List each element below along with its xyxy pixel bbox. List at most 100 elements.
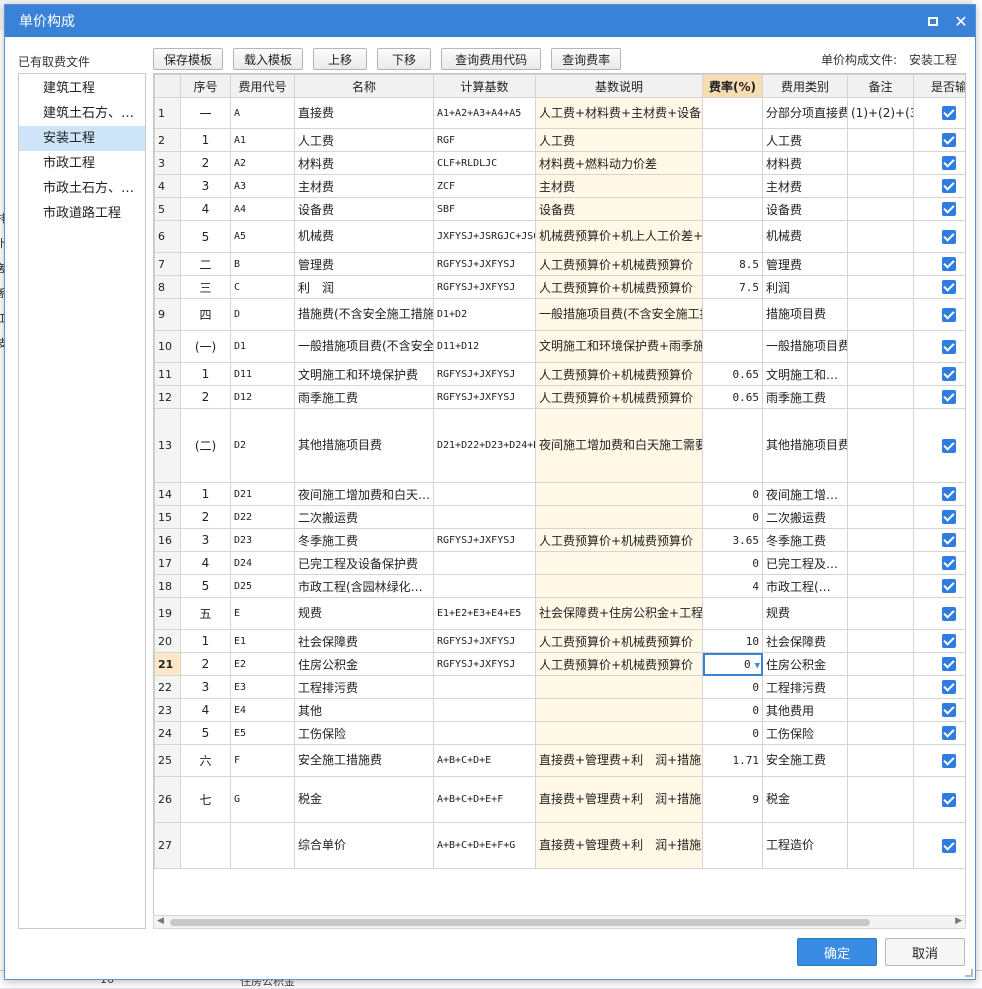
base-desc-cell[interactable]: 人工费 (535, 128, 703, 152)
fee-name-cell[interactable]: 住房公积金 (294, 652, 434, 676)
fee-rate-cell[interactable]: 4 (702, 574, 763, 598)
seq-cell[interactable]: 1 (180, 482, 231, 506)
fee-name-cell[interactable]: 机械费 (294, 220, 434, 253)
fee-rate-cell[interactable]: 0 (702, 698, 763, 722)
calc-base-cell[interactable]: RGF (433, 128, 536, 152)
col-header-row-number[interactable] (154, 74, 181, 98)
note-cell[interactable] (847, 362, 914, 386)
base-desc-cell[interactable]: 社会保障费+住房公积金+工程排污费+其他+工伤保险 (535, 597, 703, 630)
fee-category-cell[interactable]: 管理费 (762, 252, 848, 276)
base-desc-cell[interactable]: 人工费预算价+机械费预算价 (535, 652, 703, 676)
fee-category-cell[interactable]: 工伤保险 (762, 721, 848, 745)
checkbox-checked-icon[interactable] (942, 257, 956, 272)
fee-name-cell[interactable]: 已完工程及设备保护费 (294, 551, 434, 575)
note-cell[interactable] (847, 574, 914, 598)
seq-cell[interactable]: 四 (180, 298, 231, 331)
checkbox-checked-icon[interactable] (942, 753, 956, 768)
output-checkbox-cell[interactable] (913, 721, 965, 745)
output-checkbox-cell[interactable] (913, 174, 965, 198)
base-desc-cell[interactable]: 人工费预算价+机械费预算价 (535, 275, 703, 299)
scroll-right-icon[interactable]: ▶ (955, 916, 962, 926)
note-cell[interactable]: (1)+(2)+(3)+(4)+(5) (847, 97, 914, 129)
fee-name-cell[interactable]: 其他 (294, 698, 434, 722)
output-checkbox-cell[interactable] (913, 252, 965, 276)
fee-name-cell[interactable]: 规费 (294, 597, 434, 630)
fee-code-cell[interactable]: A5 (230, 220, 295, 253)
base-desc-cell[interactable]: 直接费+管理费+利 润+措施费(不含安全施工措施费)+规费+安全施工措施费 (535, 776, 703, 823)
output-checkbox-cell[interactable] (913, 385, 965, 409)
checkbox-checked-icon[interactable] (942, 579, 956, 594)
fee-name-cell[interactable]: 税金 (294, 776, 434, 823)
note-cell[interactable] (847, 505, 914, 529)
fee-category-cell[interactable]: 工程排污费 (762, 675, 848, 699)
note-cell[interactable] (847, 385, 914, 409)
checkbox-checked-icon[interactable] (942, 487, 956, 502)
col-header-rate[interactable]: 费率(%) (702, 74, 763, 98)
fee-name-cell[interactable]: 措施费(不含安全施工措施费) (294, 298, 434, 331)
fee-file-item[interactable]: 市政工程 (19, 151, 145, 176)
seq-cell[interactable]: 4 (180, 197, 231, 221)
col-header-base-desc[interactable]: 基数说明 (535, 74, 703, 98)
base-desc-cell[interactable] (535, 551, 703, 575)
fee-rate-cell[interactable] (702, 298, 763, 331)
base-desc-cell[interactable]: 直接费+管理费+利 润+措施费(不含安全施工措施费)+规费+安全施工措施费+税金 (535, 822, 703, 869)
seq-cell[interactable]: 2 (180, 385, 231, 409)
output-checkbox-cell[interactable] (913, 197, 965, 221)
fee-rate-cell[interactable]: 7.5 (702, 275, 763, 299)
checkbox-checked-icon[interactable] (942, 390, 956, 405)
calc-base-cell[interactable]: JXFYSJ+JSRGJC+JSQTJC (433, 220, 536, 253)
seq-cell[interactable]: 三 (180, 275, 231, 299)
fee-category-cell[interactable]: 安全施工费 (762, 744, 848, 777)
note-cell[interactable] (847, 408, 914, 483)
note-cell[interactable] (847, 197, 914, 221)
output-checkbox-cell[interactable] (913, 652, 965, 676)
table-row[interactable]: 10 (一) D1 一般措施项目费(不含安全施工措施费)D11+D12 文明施工和环境保… (154, 330, 965, 363)
calc-base-cell[interactable]: A+B+C+D+E+F (433, 776, 536, 823)
seq-cell[interactable]: 1 (180, 362, 231, 386)
fee-rate-cell[interactable]: 0 (702, 675, 763, 699)
checkbox-checked-icon[interactable] (942, 179, 956, 194)
calc-base-cell[interactable] (433, 505, 536, 529)
fee-file-item[interactable]: 市政土石方、… (19, 176, 145, 201)
fee-name-cell[interactable]: 主材费 (294, 174, 434, 198)
calc-base-cell[interactable]: RGFYSJ+JXFYSJ (433, 252, 536, 276)
close-button[interactable]: ✕ (947, 5, 975, 37)
table-row[interactable]: 16 3 D23 冬季施工费 RGFYSJ+JXFYSJ 人工费预算价+机械费预算价 3.6… (154, 528, 965, 552)
maximize-button[interactable] (919, 5, 947, 37)
fee-rate-cell[interactable] (702, 597, 763, 630)
fee-rate-cell[interactable]: 9 (702, 776, 763, 823)
seq-cell[interactable]: (二) (180, 408, 231, 483)
ok-button[interactable]: 确定 (797, 938, 877, 966)
fee-rate-cell[interactable]: 10 (702, 629, 763, 653)
fee-category-cell[interactable]: 住房公积金 (762, 652, 848, 676)
col-header-seq[interactable]: 序号 (180, 74, 231, 98)
fee-code-cell[interactable]: A (230, 97, 295, 129)
seq-cell[interactable]: (一) (180, 330, 231, 363)
fee-category-cell[interactable]: 二次搬运费 (762, 505, 848, 529)
checkbox-checked-icon[interactable] (942, 634, 956, 649)
output-checkbox-cell[interactable] (913, 482, 965, 506)
fee-code-cell[interactable]: E2 (230, 652, 295, 676)
calc-base-cell[interactable]: RGFYSJ+JXFYSJ (433, 385, 536, 409)
calc-base-cell[interactable]: CLF+RLDLJC (433, 151, 536, 175)
fee-category-cell[interactable]: 其他措施项目费 (762, 408, 848, 483)
checkbox-checked-icon[interactable] (942, 280, 956, 295)
fee-name-cell[interactable]: 直接费 (294, 97, 434, 129)
calc-base-cell[interactable]: RGFYSJ+JXFYSJ (433, 652, 536, 676)
output-checkbox-cell[interactable] (913, 597, 965, 630)
table-row[interactable]: 17 4 D24 已完工程及设备保护费 0 已完工程及… (154, 551, 965, 575)
note-cell[interactable] (847, 151, 914, 175)
fee-code-cell[interactable]: D21 (230, 482, 295, 506)
fee-rate-cell[interactable] (702, 197, 763, 221)
checkbox-checked-icon[interactable] (942, 657, 956, 672)
fee-name-cell[interactable]: 管理费 (294, 252, 434, 276)
scroll-left-icon[interactable]: ◀ (157, 916, 164, 926)
seq-cell[interactable]: 1 (180, 128, 231, 152)
fee-code-cell[interactable]: A3 (230, 174, 295, 198)
table-row[interactable]: 19 五 E 规费 E1+E2+E3+E4+E5 社会保障费+住房公积金+工程排污费+其他… (154, 597, 965, 630)
fee-code-cell[interactable]: D (230, 298, 295, 331)
output-checkbox-cell[interactable] (913, 151, 965, 175)
fee-category-cell[interactable]: 分部分项直接费 (762, 97, 848, 129)
seq-cell[interactable] (180, 822, 231, 869)
note-cell[interactable] (847, 252, 914, 276)
